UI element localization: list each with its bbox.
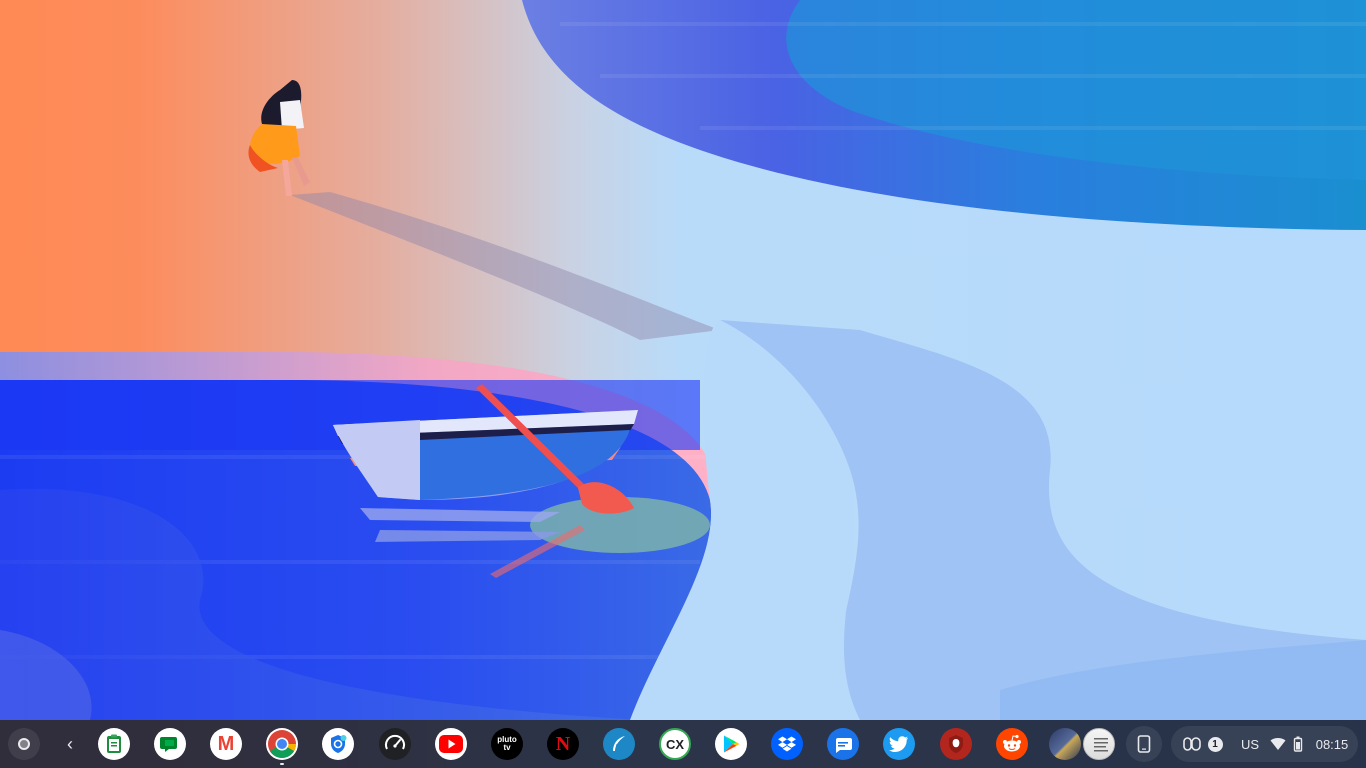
notification-counter[interactable]: 1 — [1205, 726, 1225, 762]
pluto-tv-icon: pluto tv — [497, 735, 517, 752]
play-store-app-button[interactable] — [715, 728, 747, 760]
chrome-app-button[interactable] — [266, 728, 298, 760]
chevron-left-icon: ‹ — [67, 733, 73, 754]
youtube-icon — [439, 735, 463, 753]
back-button[interactable]: ‹ — [58, 730, 82, 758]
battery-status[interactable] — [1289, 726, 1307, 762]
launcher-button[interactable] — [8, 728, 40, 760]
status-area[interactable]: 1 US 08:15 — [1171, 726, 1358, 762]
window-thumbnail-dark[interactable] — [1049, 728, 1081, 760]
feather-app-app-button[interactable] — [603, 728, 635, 760]
screen-cast-icon — [1183, 737, 1201, 751]
wifi-icon — [1270, 738, 1286, 750]
window-thumbnail-light[interactable] — [1083, 728, 1115, 760]
speedometer-icon — [383, 732, 407, 756]
notification-count-badge: 1 — [1207, 736, 1223, 752]
netflix-app-button[interactable]: N — [547, 728, 579, 760]
clipboard-icon — [103, 733, 125, 755]
play-store-icon — [720, 733, 742, 755]
red-shield-icon — [945, 733, 967, 755]
gmail-app-button[interactable]: M — [210, 728, 242, 760]
twitter-icon — [889, 735, 909, 753]
launcher-circle-icon — [18, 738, 30, 750]
screen-cast-button[interactable] — [1179, 726, 1205, 762]
messages-icon — [832, 733, 854, 755]
running-indicator — [280, 763, 284, 765]
clipboard-app-button[interactable] — [98, 728, 130, 760]
messages-app-button[interactable] — [827, 728, 859, 760]
reddit-icon — [1000, 733, 1024, 755]
dropbox-icon — [777, 734, 797, 754]
chrome-icon — [267, 729, 297, 759]
gmail-icon: M — [217, 733, 235, 755]
shelf: ‹ 1 US 08:15 M pluto tv N CX — [0, 720, 1366, 768]
app-window-thumbnails[interactable] — [1049, 728, 1119, 760]
reddit-app-button[interactable] — [996, 728, 1028, 760]
shield-app-app-button[interactable] — [940, 728, 972, 760]
google-chat-app-button[interactable] — [154, 728, 186, 760]
vpn-shield-icon — [327, 733, 349, 755]
youtube-app-button[interactable] — [435, 728, 467, 760]
dropbox-app-button[interactable] — [771, 728, 803, 760]
twitter-app-button[interactable] — [883, 728, 915, 760]
feather-icon — [608, 733, 630, 755]
wallpaper-beach-illustration — [0, 0, 1366, 768]
phone-icon — [1137, 735, 1151, 753]
document-lines-icon — [1094, 738, 1108, 752]
chat-icon — [159, 733, 181, 755]
cx-app-button[interactable]: CX — [659, 728, 691, 760]
wifi-status[interactable] — [1267, 726, 1289, 762]
ime-indicator[interactable]: US — [1237, 726, 1263, 762]
battery-icon — [1293, 736, 1303, 752]
clock[interactable]: 08:15 — [1311, 726, 1353, 762]
phone-hub-button[interactable] — [1126, 726, 1162, 762]
netflix-icon: N — [555, 733, 571, 755]
vpn-app-button[interactable] — [322, 728, 354, 760]
pluto-tv-app-button[interactable]: pluto tv — [491, 728, 523, 760]
cx-icon: CX — [665, 736, 685, 752]
desktop: ‹ 1 US 08:15 M pluto tv N CX — [0, 0, 1366, 768]
speedometer-app-button[interactable] — [379, 728, 411, 760]
